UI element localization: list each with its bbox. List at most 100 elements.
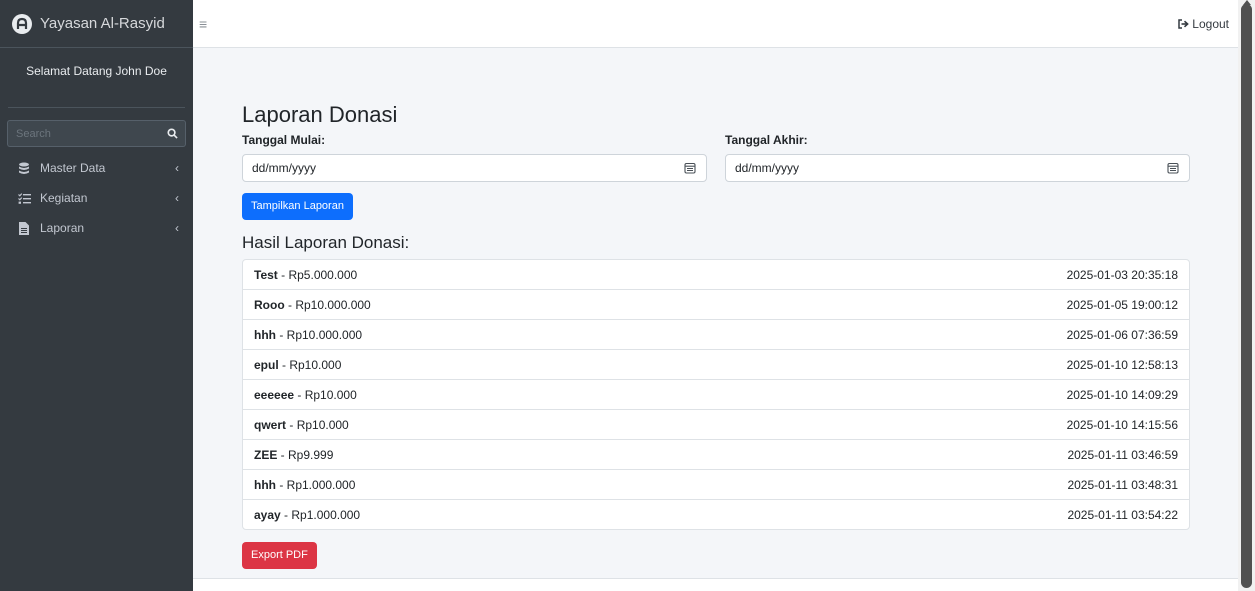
separator: -: [286, 417, 297, 432]
end-date-group: Tanggal Akhir: dd/mm/yyyy: [725, 131, 1190, 182]
donation-amount: Rp10.000: [296, 417, 349, 432]
list-item: Rooo - Rp10.000.000 2025-01-05 19:00:12: [243, 289, 1189, 319]
donation-timestamp: 2025-01-06 07:36:59: [1066, 327, 1178, 342]
search-button[interactable]: [159, 120, 186, 147]
brand-title: Yayasan Al-Rasyid: [40, 15, 165, 32]
end-date-input[interactable]: dd/mm/yyyy: [725, 154, 1190, 182]
main-content: Laporan Donasi Tanggal Mulai: dd/mm/yyyy…: [242, 100, 1190, 569]
logout-link[interactable]: Logout: [1178, 17, 1229, 31]
donation-summary: ayay - Rp1.000.000: [254, 508, 360, 522]
sign-out-icon: [1178, 18, 1190, 29]
donation-amount: Rp10.000: [304, 387, 357, 402]
donation-timestamp: 2025-01-05 19:00:12: [1066, 297, 1178, 312]
sidebar-item-master-data[interactable]: Master Data ‹: [0, 153, 193, 183]
file-icon: [17, 221, 31, 235]
donation-summary: hhh - Rp10.000.000: [254, 328, 362, 342]
list-item: ZEE - Rp9.999 2025-01-11 03:46:59: [243, 439, 1189, 469]
start-date-input[interactable]: dd/mm/yyyy: [242, 154, 707, 182]
donation-amount: Rp5.000.000: [288, 267, 358, 282]
donation-summary: hhh - Rp1.000.000: [254, 478, 355, 492]
donation-amount: Rp1.000.000: [286, 477, 356, 492]
donor-name: hhh: [254, 477, 276, 492]
brand-logo-icon: [12, 13, 32, 34]
user-panel: Selamat Datang John Doe: [8, 48, 185, 108]
footer: [193, 579, 1238, 591]
chevron-left-icon: ‹: [175, 221, 179, 235]
chevron-left-icon: ‹: [175, 161, 179, 175]
donor-name: qwert: [254, 417, 287, 432]
separator: -: [278, 357, 290, 372]
donation-timestamp: 2025-01-03 20:35:18: [1066, 267, 1178, 282]
list-item: Test - Rp5.000.000 2025-01-03 20:35:18: [243, 260, 1189, 289]
donation-timestamp: 2025-01-11 03:46:59: [1067, 447, 1178, 462]
list-item: ayay - Rp1.000.000 2025-01-11 03:54:22: [243, 499, 1189, 529]
donation-timestamp: 2025-01-10 14:15:56: [1066, 417, 1178, 432]
logout-label: Logout: [1192, 16, 1229, 31]
separator: -: [277, 447, 289, 462]
end-date-placeholder: dd/mm/yyyy: [735, 161, 800, 175]
donor-name: ayay: [254, 507, 281, 522]
sidebar: Yayasan Al-Rasyid Selamat Datang John Do…: [0, 0, 193, 591]
brand-link[interactable]: Yayasan Al-Rasyid: [0, 0, 193, 48]
start-date-placeholder: dd/mm/yyyy: [252, 161, 317, 175]
menu-toggle-icon[interactable]: ≡: [199, 16, 207, 32]
sidebar-item-kegiatan[interactable]: Kegiatan ‹: [0, 183, 193, 213]
start-date-group: Tanggal Mulai: dd/mm/yyyy: [242, 131, 707, 182]
top-navbar: ≡ Logout: [193, 0, 1238, 48]
list-item: eeeeee - Rp10.000 2025-01-10 14:09:29: [243, 379, 1189, 409]
donation-amount: Rp1.000.000: [291, 507, 361, 522]
scrollbar[interactable]: [1238, 0, 1255, 591]
donation-list: Test - Rp5.000.000 2025-01-03 20:35:18 Roo…: [242, 259, 1190, 530]
calendar-icon[interactable]: [684, 162, 696, 174]
donation-summary: eeeeee - Rp10.000: [254, 388, 357, 402]
sidebar-search: [7, 120, 186, 147]
donor-name: epul: [254, 357, 279, 372]
list-item: hhh - Rp10.000.000 2025-01-06 07:36:59: [243, 319, 1189, 349]
donor-name: Rooo: [254, 297, 285, 312]
donation-amount: Rp10.000: [289, 357, 342, 372]
list-check-icon: [17, 191, 31, 205]
page-title: Laporan Donasi: [242, 102, 398, 127]
search-input[interactable]: [7, 120, 159, 147]
donation-timestamp: 2025-01-11 03:48:31: [1067, 477, 1178, 492]
separator: -: [277, 267, 289, 282]
show-report-button[interactable]: Tampilkan Laporan: [242, 193, 353, 220]
donation-timestamp: 2025-01-10 12:58:13: [1066, 357, 1178, 372]
donation-summary: epul - Rp10.000: [254, 358, 341, 372]
separator: -: [284, 297, 296, 312]
sidebar-item-label: Laporan: [40, 221, 85, 235]
result-title: Hasil Laporan Donasi:: [242, 233, 410, 252]
sidebar-item-laporan[interactable]: Laporan ‹: [0, 213, 193, 243]
donation-summary: qwert - Rp10.000: [254, 418, 349, 432]
donation-amount: Rp9.999: [288, 447, 334, 462]
donation-summary: Test - Rp5.000.000: [254, 268, 357, 282]
list-item: epul - Rp10.000 2025-01-10 12:58:13: [243, 349, 1189, 379]
donor-name: Test: [254, 267, 278, 282]
separator: -: [294, 387, 305, 402]
search-icon: [166, 128, 178, 139]
user-greeting[interactable]: Selamat Datang John Doe: [26, 64, 167, 78]
donor-name: eeeeee: [254, 387, 295, 402]
donation-summary: ZEE - Rp9.999: [254, 448, 333, 462]
donation-amount: Rp10.000.000: [286, 327, 363, 342]
scroll-thumb[interactable]: [1241, 4, 1252, 588]
donation-timestamp: 2025-01-11 03:54:22: [1067, 507, 1178, 522]
export-pdf-button[interactable]: Export PDF: [242, 542, 317, 569]
donation-amount: Rp10.000.000: [295, 297, 371, 312]
donation-summary: Rooo - Rp10.000.000: [254, 298, 371, 312]
sidebar-nav: Master Data ‹ Kegiatan ‹ Laporan ‹: [0, 153, 193, 243]
sidebar-item-label: Master Data: [40, 161, 106, 175]
donor-name: hhh: [254, 327, 276, 342]
donor-name: ZEE: [254, 447, 278, 462]
end-date-label: Tanggal Akhir:: [725, 133, 808, 147]
separator: -: [276, 327, 287, 342]
list-item: hhh - Rp1.000.000 2025-01-11 03:48:31: [243, 469, 1189, 499]
donation-timestamp: 2025-01-10 14:09:29: [1066, 387, 1178, 402]
start-date-label: Tanggal Mulai:: [242, 133, 326, 147]
chevron-left-icon: ‹: [175, 191, 179, 205]
database-icon: [17, 161, 31, 175]
list-item: qwert - Rp10.000 2025-01-10 14:15:56: [243, 409, 1189, 439]
separator: -: [276, 477, 287, 492]
calendar-icon[interactable]: [1167, 162, 1179, 174]
sidebar-item-label: Kegiatan: [40, 191, 88, 205]
